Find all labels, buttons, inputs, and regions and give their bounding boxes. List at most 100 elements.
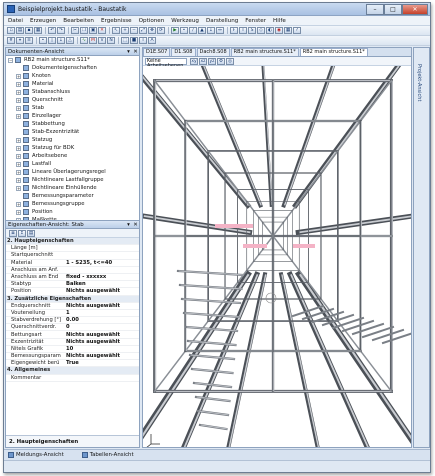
member-icon[interactable]: / [189,27,197,34]
tree-item[interactable]: + Lineare Überlagerungsregel [6,168,139,176]
sort-alpha-icon[interactable]: ↕ [18,229,26,237]
property-category[interactable]: 4. Allgemeines [6,367,139,375]
node-icon[interactable]: • [180,27,188,34]
results-icon[interactable]: ◉ [275,27,283,34]
view-iso-icon[interactable]: ◇ [257,27,265,34]
tree-expander-icon[interactable]: + [16,113,21,119]
property-row[interactable]: Eigengewicht berü True [6,360,139,368]
minimize-button[interactable]: – [366,3,384,15]
calculate-icon[interactable]: ▶ [171,27,179,34]
select-icon[interactable]: ↖ [112,27,120,34]
tree-expander-icon[interactable]: + [16,153,21,159]
tree-item[interactable]: Stab-Exzentrizität [6,128,139,136]
property-row[interactable]: Bemessungsparam Nichts ausgewählt [6,353,139,361]
grid-icon[interactable]: # [7,37,15,44]
copy-icon[interactable]: ❐ [80,27,88,34]
tab-messages[interactable]: Meldungs-Ansicht [8,452,64,458]
tree-item[interactable]: + Querschnitt [6,96,139,104]
layer-icon[interactable]: ≡ [25,37,33,44]
property-row[interactable]: Anschluss am Anf. [6,267,139,274]
selected-member-highlight[interactable] [293,244,315,248]
property-pages-icon[interactable]: ▤ [27,229,35,237]
menu-erzeugen[interactable]: Erzeugen [30,18,56,24]
label-icon[interactable]: A [148,37,156,44]
tree-item[interactable]: + Einzellager [6,112,139,120]
property-value[interactable]: True [66,360,139,366]
property-value[interactable]: Nichts ausgewählt [66,288,139,294]
property-row[interactable]: Stabtyp Balken [6,281,139,289]
wireframe-icon[interactable]: ⬚ [121,37,129,44]
tree-item[interactable]: + Statzug für BDK [6,144,139,152]
tree-item[interactable]: + Material [6,80,139,88]
normal-force-icon[interactable]: N [107,37,115,44]
camera-icon[interactable]: ◎ [226,57,234,65]
tree-item[interactable]: + Statzug [6,136,139,144]
tab-rb2-main-structure-active[interactable]: RB2 main structure.S11* [299,48,368,56]
tree-item[interactable]: + Arbeitsebene [6,152,139,160]
property-row[interactable]: Material 1 - S235, t<=40 [6,260,139,267]
work-plane-select[interactable]: Keine Arbeitsebenen [145,57,187,68]
tree-item[interactable]: + Knoten [6,72,139,80]
view-front-icon[interactable]: F [230,27,238,34]
property-row[interactable]: Position Nichts ausgewählt [6,288,139,296]
property-row[interactable]: Länge [m] [6,245,139,253]
show-members-icon[interactable]: | [48,37,56,44]
zoom-in-icon[interactable]: + [121,27,129,34]
panel-pin-icon[interactable]: ▾ [125,222,132,228]
menu-darstellung[interactable]: Darstellung [206,18,238,24]
shear-icon[interactable]: V [98,37,106,44]
tab-rb2-main-structure[interactable]: RB2 main structure.S11* [230,48,299,56]
property-value[interactable]: 0 [66,324,139,330]
tree-expander-icon[interactable]: + [16,185,21,191]
project-view-sidebar[interactable]: Projekt-Ansicht [413,47,430,448]
open-folder-icon[interactable]: ▤ [16,27,24,34]
property-value[interactable]: fixed - xxxxxx [66,274,139,280]
tree-expander-icon[interactable]: + [16,105,21,111]
measure-icon[interactable]: ↔ [216,27,224,34]
panel-close-icon[interactable]: ✕ [132,222,139,228]
selected-member-highlight[interactable] [243,244,267,248]
tree-expander-icon[interactable]: + [16,201,21,207]
property-row[interactable]: Anschluss am End fixed - xxxxxx [6,274,139,282]
tree-item[interactable]: + Nichtlineare Lastfallgruppe [6,176,139,184]
tree-expander-icon[interactable]: + [16,89,21,95]
project-view-tab[interactable]: Projekt-Ansicht [416,64,422,101]
property-row[interactable]: Endquerschnitt Nichts ausgewählt [6,303,139,310]
maximize-button[interactable]: □ [384,3,402,15]
property-row[interactable]: Bettungsart Nichts ausgewählt [6,331,139,339]
property-value[interactable]: Nichts ausgewählt [66,353,139,359]
show-supports-icon[interactable]: △ [66,37,74,44]
tree-item[interactable]: + Position [6,208,139,216]
tree-expander-icon[interactable]: + [16,161,21,167]
load-icon[interactable]: ↓ [207,27,215,34]
help-icon[interactable]: ? [293,27,301,34]
paste-icon[interactable]: ▣ [89,27,97,34]
rotate-icon[interactable]: ⟳ [157,27,165,34]
property-value[interactable]: Balken [66,281,139,287]
tree-item[interactable]: − RB2 main structure.S11* [6,56,139,64]
tree-item[interactable]: Bemessungsparameter [6,192,139,200]
tree-expander-icon[interactable]: − [8,57,13,63]
zoom-out-icon[interactable]: − [130,27,138,34]
property-value[interactable]: 1 - S235, t<=40 [66,260,139,266]
menu-hilfe[interactable]: Hilfe [273,18,286,24]
render-icon[interactable]: ◐ [266,27,274,34]
show-loads-icon[interactable]: ↓ [57,37,65,44]
support-icon[interactable]: ▲ [198,27,206,34]
undo-icon[interactable]: ↶ [48,27,56,34]
property-value[interactable]: Nichts ausgewählt [66,303,139,309]
menu-fenster[interactable]: Fenster [245,18,266,24]
plane-xy-icon[interactable]: xy [190,57,198,65]
property-value[interactable]: 10 [66,346,139,352]
steel-structure-3d-view[interactable] [143,66,412,448]
property-value[interactable]: Nichts ausgewählt [66,332,139,338]
delete-icon[interactable]: ✕ [98,27,106,34]
menu-optionen[interactable]: Optionen [139,18,165,24]
tree-item[interactable]: + Stab [6,104,139,112]
property-value[interactable]: Nichts ausgewählt [66,339,139,345]
property-row[interactable]: Stabverdrehung [°] 0.00 [6,317,139,325]
tree-item[interactable]: + Nichtlineare Einhüllende [6,184,139,192]
property-row[interactable]: Startquerschnitt [6,252,139,260]
panel-close-icon[interactable]: ✕ [132,49,139,55]
redo-icon[interactable]: ↷ [57,27,65,34]
